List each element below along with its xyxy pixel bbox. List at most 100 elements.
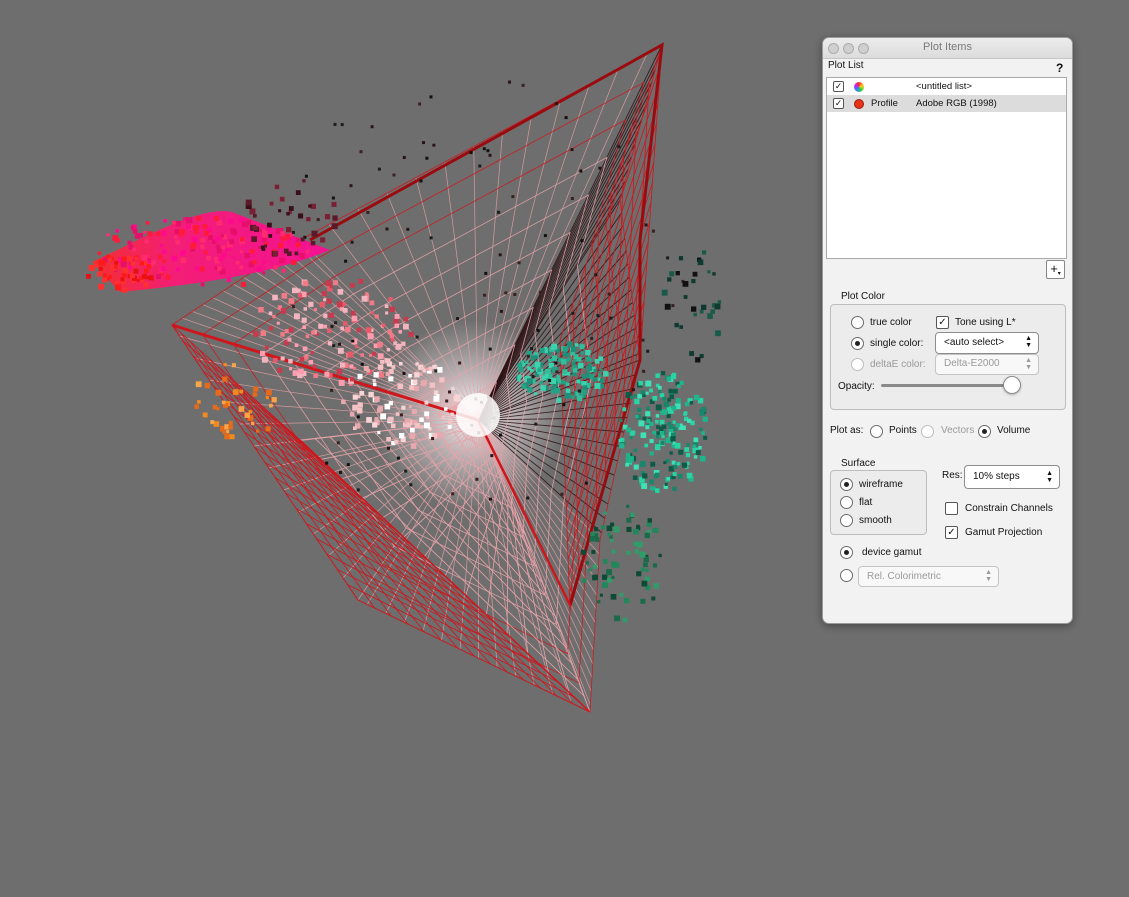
- teal-point: [673, 465, 678, 469]
- magenta-point: [273, 265, 278, 270]
- pink-point: [303, 355, 309, 360]
- dark-point: [571, 311, 575, 315]
- green-point: [651, 596, 656, 601]
- green-point: [640, 598, 646, 604]
- teal-point: [565, 388, 571, 393]
- orange-point: [213, 421, 220, 427]
- orange-point: [194, 404, 199, 409]
- dark-point: [316, 218, 320, 222]
- plot-list-row-untitled[interactable]: ✓ <untitled list>: [827, 78, 1066, 95]
- green-point: [614, 615, 620, 622]
- deltae-select[interactable]: Delta-E2000 ▲ ▼: [935, 354, 1039, 375]
- teal-point: [622, 407, 627, 412]
- dark-point: [554, 361, 558, 365]
- single-color-select[interactable]: <auto select> ▲ ▼: [935, 332, 1039, 354]
- plot-as-volume-radio[interactable]: [978, 425, 991, 438]
- plot-as-vectors-radio[interactable]: [921, 425, 934, 438]
- teal-point: [603, 371, 609, 377]
- teal-point: [517, 374, 522, 379]
- green-point: [592, 564, 597, 569]
- green-point: [582, 578, 587, 583]
- magenta-point: [241, 281, 246, 287]
- single-color-label: single color:: [870, 338, 924, 349]
- plot-as-vectors-label: Vectors: [941, 425, 975, 436]
- teal-point: [684, 447, 690, 452]
- row-visible-checkbox[interactable]: ✓: [833, 81, 844, 92]
- opacity-slider-track[interactable]: [881, 384, 1015, 387]
- pink-point: [401, 341, 406, 346]
- resolution-select[interactable]: 10% steps ▲ ▼: [964, 465, 1060, 489]
- light-pink-point: [357, 373, 363, 379]
- green-point: [633, 528, 639, 535]
- dark-red-point: [274, 184, 280, 190]
- add-plot-item-button[interactable]: +▾: [1046, 260, 1065, 279]
- light-pink-point: [409, 385, 415, 391]
- dark-point: [482, 147, 486, 151]
- magenta-point: [157, 254, 163, 260]
- teal-point: [562, 346, 568, 352]
- opacity-label: Opacity:: [838, 381, 875, 392]
- teal-point: [646, 406, 650, 411]
- magenta-point: [221, 245, 226, 250]
- pink-point: [390, 337, 395, 342]
- rendering-intent-select[interactable]: Rel. Colorimetric ▲ ▼: [858, 566, 999, 587]
- red-point: [130, 261, 136, 266]
- true-color-radio[interactable]: [851, 316, 864, 329]
- teal-point: [620, 437, 625, 442]
- surface-flat-radio[interactable]: [840, 496, 853, 509]
- dark-point: [564, 116, 568, 120]
- plot-as-points-radio[interactable]: [870, 425, 883, 438]
- orange-point: [256, 429, 260, 433]
- teal-point: [598, 373, 602, 378]
- row-name: <untitled list>: [916, 81, 972, 92]
- teal-point: [639, 461, 646, 467]
- surface-wireframe-radio[interactable]: [840, 478, 853, 491]
- deltae-color-radio[interactable]: [851, 358, 864, 371]
- teal-point: [674, 442, 681, 449]
- light-pink-point: [411, 409, 417, 415]
- plot-list-row-profile[interactable]: ✓ Profile Adobe RGB (1998): [827, 95, 1066, 112]
- window-titlebar[interactable]: Plot Items: [823, 38, 1072, 59]
- dark-teal-point: [707, 270, 711, 274]
- green-point: [591, 549, 596, 554]
- light-pink-point: [377, 431, 381, 435]
- green-point: [626, 550, 631, 555]
- magenta-point: [147, 260, 151, 264]
- magenta-point: [144, 239, 149, 244]
- pink-point: [365, 292, 369, 296]
- single-color-radio[interactable]: [851, 337, 864, 350]
- pink-point: [323, 298, 327, 302]
- teal-point: [701, 431, 705, 435]
- light-pink-point: [352, 394, 358, 400]
- dark-point: [526, 496, 530, 500]
- constrain-channels-checkbox[interactable]: ✓: [945, 502, 958, 515]
- row-visible-checkbox[interactable]: ✓: [833, 98, 844, 109]
- dark-teal-point: [674, 322, 679, 328]
- teal-point: [544, 368, 551, 375]
- teal-point: [693, 437, 699, 443]
- rendering-intent-radio[interactable]: [840, 569, 853, 582]
- dark-red-point: [331, 223, 338, 230]
- pink-point: [258, 307, 264, 313]
- red-point: [133, 268, 139, 274]
- plot-list[interactable]: ✓ <untitled list> ✓ Profile Adobe RGB (1…: [826, 77, 1067, 259]
- select-arrows-icon: ▲ ▼: [985, 569, 992, 583]
- pink-point: [385, 311, 389, 315]
- teal-point: [638, 420, 645, 427]
- pink-point: [326, 298, 332, 304]
- red-point: [142, 273, 147, 279]
- dark-point: [671, 304, 675, 308]
- gamut-projection-checkbox[interactable]: ✓: [945, 526, 958, 539]
- surface-smooth-radio[interactable]: [840, 514, 853, 527]
- pink-point: [398, 330, 402, 334]
- tone-using-l-checkbox[interactable]: ✓: [936, 316, 949, 329]
- orange-point: [228, 420, 233, 425]
- green-point: [589, 536, 595, 542]
- help-button[interactable]: ?: [1056, 61, 1063, 75]
- opacity-slider-knob[interactable]: [1003, 376, 1021, 394]
- light-pink-point: [386, 437, 391, 442]
- device-gamut-radio[interactable]: [840, 546, 853, 559]
- dark-red-point: [306, 217, 311, 222]
- teal-point: [699, 427, 703, 432]
- magenta-point: [132, 247, 136, 252]
